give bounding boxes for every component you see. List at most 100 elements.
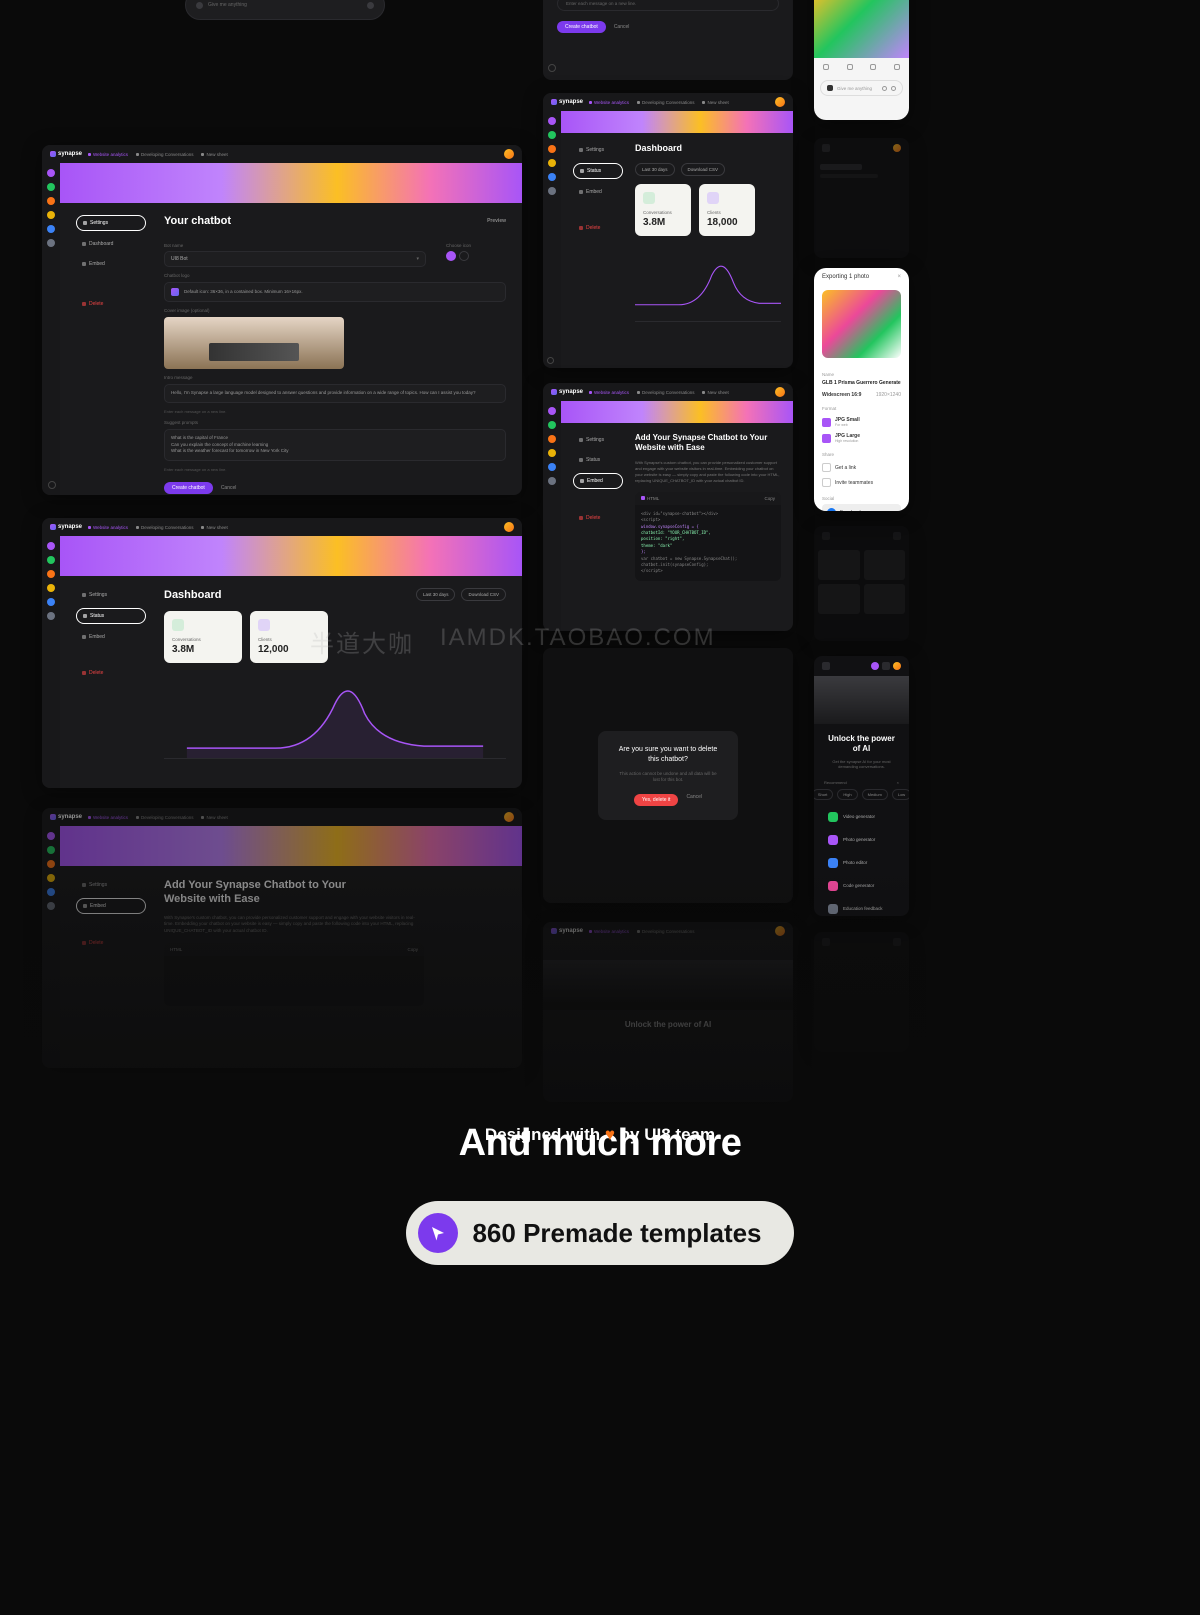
user-avatar[interactable] bbox=[775, 97, 785, 107]
filter-tab[interactable]: Medium bbox=[862, 789, 888, 800]
share-link[interactable]: Get a link bbox=[822, 460, 901, 475]
sidebar-settings[interactable]: Settings bbox=[76, 878, 146, 892]
mobile-chat-input[interactable]: Give me anything bbox=[820, 80, 903, 96]
tool-item[interactable]: Code generator bbox=[824, 877, 899, 895]
sidebar-settings[interactable]: Settings bbox=[76, 588, 146, 602]
nav-tab[interactable]: Developing Conversations bbox=[136, 152, 194, 157]
copy-button[interactable]: Copy bbox=[407, 947, 418, 952]
avatar-icon[interactable] bbox=[893, 662, 901, 670]
logo[interactable]: synapse bbox=[551, 928, 583, 934]
confirm-delete-button[interactable]: Yes, delete it bbox=[634, 794, 678, 806]
user-avatar[interactable] bbox=[775, 387, 785, 397]
cancel-button[interactable]: Cancel bbox=[686, 794, 702, 806]
filter-tab[interactable]: Short bbox=[814, 789, 833, 800]
code-block[interactable]: <div id="synapse-chatbot"></div> <script… bbox=[635, 505, 781, 581]
sidebar-delete[interactable]: Delete bbox=[573, 221, 623, 235]
nav-tab[interactable]: Developing Conversations bbox=[136, 525, 194, 530]
range-select[interactable]: Last 30 days bbox=[416, 588, 456, 601]
rail-item[interactable] bbox=[47, 225, 55, 233]
botname-input[interactable]: UI8 Bot▾ bbox=[164, 251, 426, 267]
tool-item[interactable]: Photo generator bbox=[824, 831, 899, 849]
user-avatar[interactable] bbox=[504, 522, 514, 532]
sidebar-settings[interactable]: Settings bbox=[573, 143, 623, 157]
cancel-button[interactable]: Cancel bbox=[221, 485, 237, 491]
tool-item[interactable]: Video generator bbox=[824, 808, 899, 826]
nav-tab[interactable]: Website analytics bbox=[589, 929, 629, 934]
logo[interactable]: synapse bbox=[50, 814, 82, 820]
sidebar-delete[interactable]: Delete bbox=[76, 666, 146, 680]
sidebar-embed[interactable]: Embed bbox=[76, 898, 146, 914]
rail-item[interactable] bbox=[47, 169, 55, 177]
templates-pill[interactable]: 860 Premade templates bbox=[406, 1201, 793, 1265]
share-facebook[interactable]: Facebook bbox=[822, 504, 901, 511]
chat-input-stub[interactable]: Give me anything bbox=[185, 0, 385, 20]
icon-option[interactable] bbox=[446, 251, 456, 261]
icon-option[interactable] bbox=[459, 251, 469, 261]
range-select[interactable]: Last 30 days bbox=[635, 163, 675, 176]
tool-item[interactable]: Photo editor bbox=[824, 854, 899, 872]
minichat-cancel-button[interactable]: Cancel bbox=[614, 24, 630, 30]
nav-tab[interactable]: New sheet bbox=[702, 390, 728, 395]
menu-icon[interactable] bbox=[822, 144, 830, 152]
app-icon[interactable] bbox=[871, 662, 879, 670]
rail-item[interactable] bbox=[47, 211, 55, 219]
share-invite[interactable]: Invite teammates bbox=[822, 475, 901, 490]
download-button[interactable]: Download CSV bbox=[461, 588, 506, 601]
intro-textarea[interactable]: Hello, I'm Synapse a large language mode… bbox=[164, 384, 506, 403]
logo[interactable]: synapse bbox=[50, 524, 82, 530]
sidebar-dashboard[interactable]: Dashboard bbox=[76, 237, 146, 251]
logo[interactable]: synapse bbox=[551, 389, 583, 395]
nav-tab[interactable]: Developing Conversations bbox=[637, 929, 695, 934]
sidebar-delete[interactable]: Delete bbox=[573, 511, 623, 525]
filter-tab[interactable]: Low bbox=[892, 789, 909, 800]
action-icon[interactable] bbox=[894, 64, 900, 70]
user-avatar[interactable] bbox=[504, 149, 514, 159]
nav-tab[interactable]: Website analytics bbox=[589, 390, 629, 395]
sidebar-status[interactable]: Status bbox=[573, 453, 623, 467]
sidebar-status[interactable]: Status bbox=[573, 163, 623, 179]
code-block[interactable] bbox=[164, 956, 424, 1006]
sidebar-embed[interactable]: Embed bbox=[573, 473, 623, 489]
nav-tab[interactable]: New sheet bbox=[201, 525, 227, 530]
sidebar-embed[interactable]: Embed bbox=[76, 257, 146, 271]
filter-tab[interactable]: High bbox=[837, 789, 857, 800]
preview-link[interactable]: Preview bbox=[487, 218, 506, 224]
minichat-create-button[interactable]: Create chatbot bbox=[557, 21, 606, 33]
nav-tab[interactable]: Developing Conversations bbox=[637, 100, 695, 105]
nav-tab[interactable]: Developing Conversations bbox=[136, 815, 194, 820]
nav-tab[interactable]: New sheet bbox=[201, 815, 227, 820]
rail-item[interactable] bbox=[47, 239, 55, 247]
rail-item[interactable] bbox=[47, 183, 55, 191]
theme-toggle[interactable] bbox=[48, 481, 56, 489]
close-icon[interactable]: × bbox=[897, 274, 901, 280]
sidebar-delete[interactable]: Delete bbox=[76, 297, 146, 311]
nav-tab[interactable]: New sheet bbox=[201, 152, 227, 157]
download-button[interactable]: Download CSV bbox=[681, 163, 726, 176]
sidebar-status[interactable]: Status bbox=[76, 608, 146, 624]
nav-tab[interactable]: Website analytics bbox=[589, 100, 629, 105]
tool-item[interactable]: Education feedback bbox=[824, 900, 899, 916]
minichat-input[interactable]: Enter each message on a new line. bbox=[557, 0, 779, 11]
nav-tab[interactable]: Website analytics bbox=[88, 525, 128, 530]
nav-tab[interactable]: New sheet bbox=[702, 100, 728, 105]
copy-button[interactable]: Copy bbox=[764, 496, 775, 501]
sidebar-settings[interactable]: Settings bbox=[573, 433, 623, 447]
sidebar-embed[interactable]: Embed bbox=[76, 630, 146, 644]
menu-icon[interactable] bbox=[822, 662, 830, 670]
sidebar-embed[interactable]: Embed bbox=[573, 185, 623, 199]
theme-toggle-icon[interactable] bbox=[548, 64, 556, 72]
nav-tab[interactable]: Website analytics bbox=[88, 152, 128, 157]
user-avatar[interactable] bbox=[775, 926, 785, 936]
action-icon[interactable] bbox=[847, 64, 853, 70]
sidebar-delete[interactable]: Delete bbox=[76, 936, 146, 950]
sidebar-settings[interactable]: Settings bbox=[76, 215, 146, 231]
create-chatbot-button[interactable]: Create chatbot bbox=[164, 482, 213, 494]
user-avatar[interactable] bbox=[504, 812, 514, 822]
suggest-textarea[interactable]: What is the capital of FranceCan you exp… bbox=[164, 429, 506, 461]
cover-image-upload[interactable] bbox=[164, 317, 344, 369]
close-icon[interactable]: × bbox=[897, 780, 899, 785]
format-option[interactable]: JPG SmallFor web bbox=[822, 414, 901, 430]
modal-backdrop[interactable]: Are you sure you want to delete this cha… bbox=[543, 648, 793, 903]
logo[interactable]: synapse bbox=[551, 99, 583, 105]
format-option[interactable]: JPG LargeHigh resolution bbox=[822, 430, 901, 446]
